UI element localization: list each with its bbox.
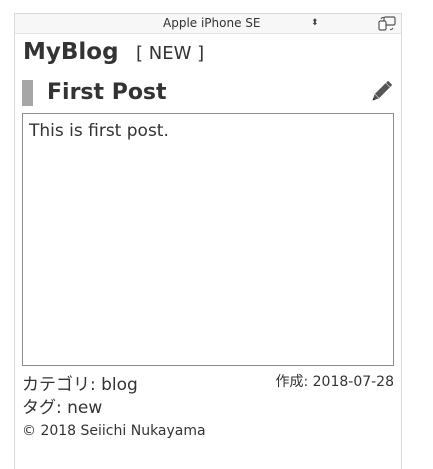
tag-row: タグ: new [22, 397, 138, 420]
site-title-link[interactable]: MyBlog [23, 39, 119, 65]
pencil-icon[interactable] [368, 79, 394, 105]
created-date: 作成: 2018-07-28 [275, 374, 394, 390]
post-meta: カテゴリ: blog タグ: new [22, 374, 138, 420]
tag-link[interactable]: new [67, 398, 102, 418]
new-post-link[interactable]: [ NEW ] [136, 43, 204, 64]
tag-label: タグ: [22, 398, 68, 418]
device-toolbar: Apple iPhone SE ⬍ [15, 14, 401, 34]
category-label: カテゴリ: [22, 375, 102, 395]
device-select[interactable]: Apple iPhone SE ⬍ [163, 14, 331, 33]
select-arrows-icon: ⬍ [311, 18, 319, 28]
category-row: カテゴリ: blog [22, 374, 138, 397]
post-header: First Post [22, 80, 394, 106]
post-title-accent-bar [22, 80, 33, 106]
page-content: MyBlog [ NEW ] First Post This is first … [22, 34, 394, 464]
device-select-value: Apple iPhone SE [163, 16, 261, 30]
post-body-box: This is first post. [22, 113, 394, 366]
rotate-device-icon[interactable] [377, 16, 397, 31]
category-link[interactable]: blog [101, 375, 138, 395]
footer-copyright: © 2018 Seiichi Nukayama [22, 423, 206, 439]
post-title: First Post [47, 80, 167, 105]
device-frame: Apple iPhone SE ⬍ MyBlog [ NEW ] First P… [14, 13, 402, 469]
post-body-text: This is first post. [29, 121, 169, 141]
